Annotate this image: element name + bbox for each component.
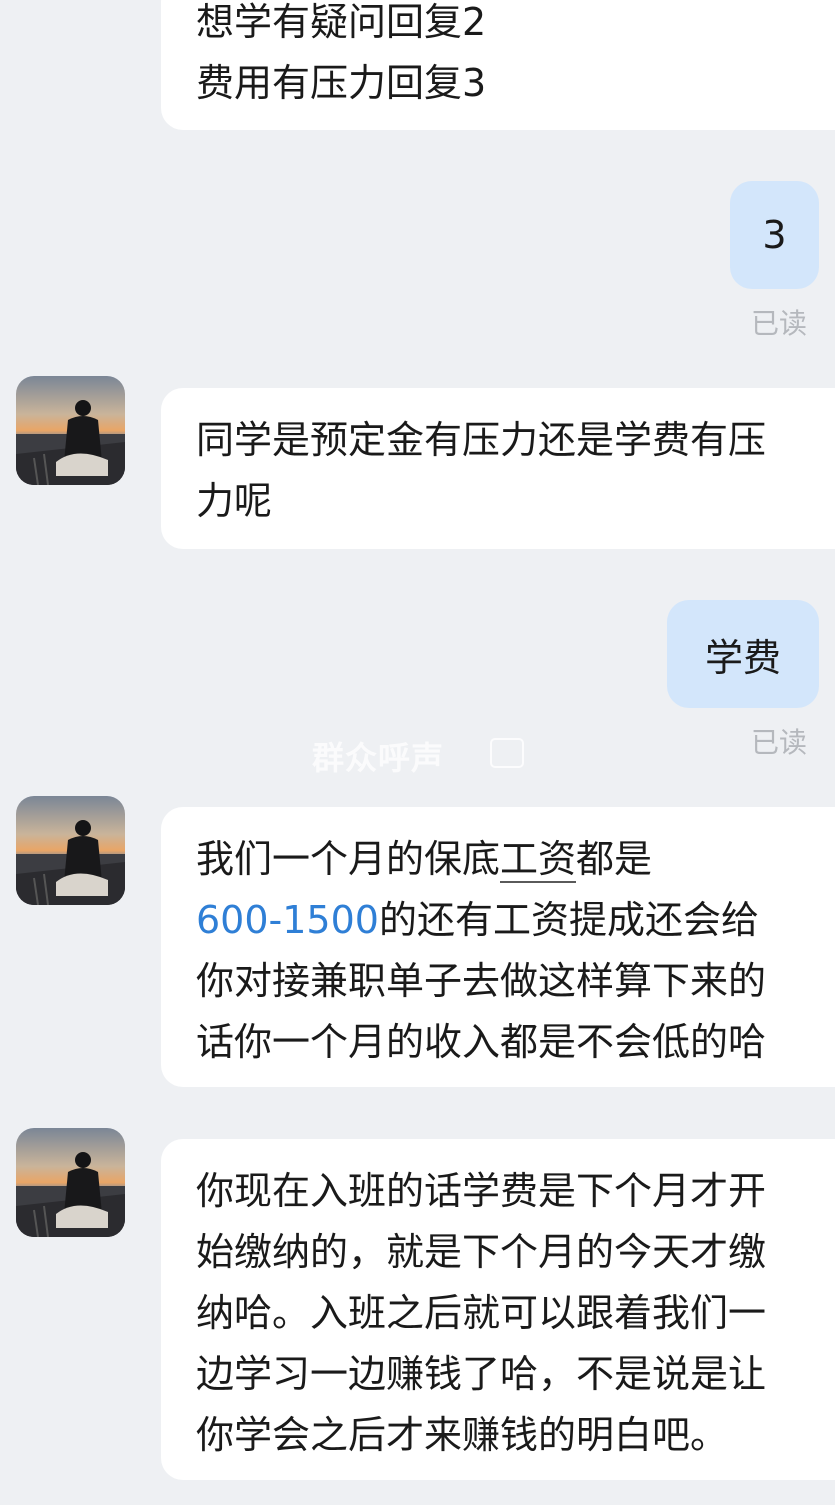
number-link[interactable]: 600-1500 xyxy=(196,898,379,942)
message-text-line: 你现在入班的话学费是下个月才开 xyxy=(196,1169,767,1213)
incoming-message-bubble[interactable]: 你现在入班的话学费是下个月才开 始缴纳的，就是下个月的今天才缴 纳哈。入班之后就… xyxy=(161,1139,835,1480)
read-status: 已读 xyxy=(750,307,807,340)
message-text-line: 你对接兼职单子去做这样算下来的 xyxy=(196,959,767,1003)
incoming-message-bubble[interactable]: 我们一个月的保底工资都是 600-1500的还有工资提成还会给 你对接兼职单子去… xyxy=(161,807,835,1087)
underlined-text: 工资 xyxy=(500,837,577,883)
message-text-line: 始缴纳的，就是下个月的今天才缴 xyxy=(196,1230,767,1274)
message-text-line: 同学是预定金有压力还是学费有压 xyxy=(196,418,767,462)
message-text-segment: 的还有工资提成还会给 xyxy=(378,898,759,942)
sunset-person-avatar-icon xyxy=(16,376,125,485)
avatar[interactable] xyxy=(16,1128,125,1237)
watermark: 群众呼声 xyxy=(312,739,445,777)
incoming-message-bubble[interactable]: 想学有疑问回复2 费用有压力回复3 xyxy=(161,0,835,130)
read-status: 已读 xyxy=(750,726,807,759)
message-text-segment: 我们一个月的保底 xyxy=(196,837,501,881)
message-text-line: 我们一个月的保底工资都是 xyxy=(196,829,835,890)
outgoing-message-bubble[interactable]: 学费 xyxy=(667,600,819,708)
avatar[interactable] xyxy=(16,376,125,485)
incoming-message-bubble[interactable]: 同学是预定金有压力还是学费有压 力呢 xyxy=(161,388,835,549)
message-text-line: 费用有压力回复3 xyxy=(196,61,487,105)
message-text-line: 你学会之后才来赚钱的明白吧。 xyxy=(196,1413,729,1457)
message-text-line: 边学习一边赚钱了哈，不是说是让 xyxy=(196,1352,767,1396)
message-text: 3 xyxy=(762,213,787,257)
avatar[interactable] xyxy=(16,796,125,905)
message-text-line: 力呢 xyxy=(196,479,273,523)
outgoing-message-bubble[interactable]: 3 xyxy=(730,181,819,289)
message-text-line: 话你一个月的收入都是不会低的哈 xyxy=(196,1020,767,1064)
sunset-person-avatar-icon xyxy=(16,796,125,905)
watermark-badge-icon xyxy=(490,738,524,768)
message-text-line: 纳哈。入班之后就可以跟着我们一 xyxy=(196,1291,767,1335)
sunset-person-avatar-icon xyxy=(16,1128,125,1237)
message-text-segment: 都是 xyxy=(576,837,653,881)
message-text-line: 600-1500的还有工资提成还会给 xyxy=(196,890,835,951)
message-text: 学费 xyxy=(704,635,781,680)
message-text-line: 想学有疑问回复2 xyxy=(196,0,487,44)
